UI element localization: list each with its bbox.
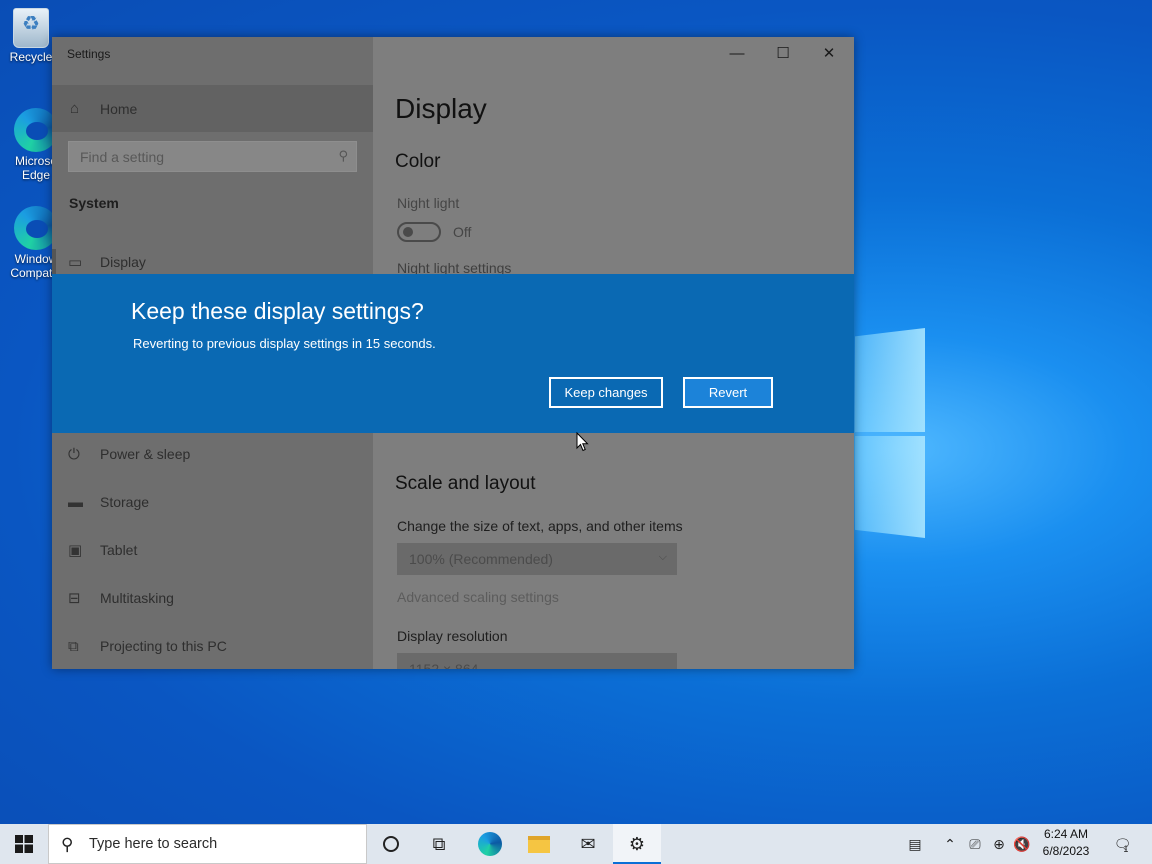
news-icon: ▤ bbox=[908, 835, 922, 852]
taskbar: ⚲ Type here to search ⧉ ✉ ⚙ ▤ ⌃ ⎚ ⊕ 🔇 6:… bbox=[0, 824, 1152, 864]
network-icon: ⊕ bbox=[993, 835, 1005, 852]
power-icon: ⏻ bbox=[68, 445, 80, 463]
sidebar-item-storage[interactable]: ▬ Storage bbox=[52, 482, 373, 522]
settings-gear-icon: ⚙ bbox=[628, 833, 646, 854]
sidebar-item-label: Display bbox=[100, 254, 146, 270]
sidebar-item-label: Power & sleep bbox=[100, 446, 191, 462]
volume-muted-icon: 🔇 bbox=[1013, 835, 1031, 852]
sidebar-item-multitasking[interactable]: ⊟ Multitasking bbox=[52, 578, 373, 618]
revert-button[interactable]: Revert bbox=[683, 377, 773, 408]
settings-taskbar-button[interactable]: ⚙ bbox=[613, 824, 661, 864]
dialog-message: Reverting to previous display settings i… bbox=[133, 336, 436, 351]
taskbar-search-placeholder: Type here to search bbox=[89, 836, 218, 852]
advanced-scaling-link[interactable]: Advanced scaling settings bbox=[397, 589, 559, 605]
scale-label: Change the size of text, apps, and other… bbox=[397, 518, 683, 534]
clock-time: 6:24 AM bbox=[1043, 827, 1089, 841]
recycle-bin-icon bbox=[13, 8, 49, 48]
scale-value: 100% (Recommended) bbox=[409, 551, 553, 567]
dialog-title: Keep these display settings? bbox=[131, 298, 424, 324]
home-icon: ⌂ bbox=[70, 100, 80, 117]
file-explorer-icon bbox=[528, 835, 550, 853]
find-setting-placeholder: Find a setting bbox=[80, 148, 165, 165]
sidebar-item-label: Multitasking bbox=[100, 590, 174, 606]
windows-logo-wallpaper bbox=[855, 322, 927, 540]
sidebar-item-projecting[interactable]: ⧉ Projecting to this PC bbox=[52, 626, 373, 666]
meet-now-icon: ⎚ bbox=[969, 835, 981, 852]
color-heading: Color bbox=[395, 151, 441, 172]
sidebar-item-label: Projecting to this PC bbox=[100, 638, 227, 654]
taskbar-search-box[interactable]: ⚲ Type here to search bbox=[48, 824, 367, 864]
meet-now-button[interactable]: ⎚ bbox=[964, 824, 986, 864]
page-title: Display bbox=[395, 93, 487, 124]
keep-changes-button[interactable]: Keep changes bbox=[549, 377, 663, 408]
start-button[interactable] bbox=[0, 824, 48, 864]
resolution-dropdown[interactable]: 1152 × 864 bbox=[397, 653, 677, 669]
resolution-value: 1152 × 864 bbox=[409, 661, 479, 669]
minimize-button[interactable]: — bbox=[714, 37, 760, 69]
find-setting-input[interactable]: Find a setting ⚲ bbox=[68, 141, 357, 172]
storage-icon: ▬ bbox=[68, 493, 83, 511]
file-explorer-button[interactable] bbox=[515, 824, 563, 864]
notification-count: 1 bbox=[1123, 844, 1129, 854]
sidebar-item-power-sleep[interactable]: ⏻ Power & sleep bbox=[52, 434, 373, 474]
scale-dropdown[interactable]: 100% (Recommended) ⌵ bbox=[397, 543, 677, 575]
windows-start-icon bbox=[15, 835, 33, 853]
projecting-icon: ⧉ bbox=[68, 637, 79, 655]
resolution-label: Display resolution bbox=[397, 628, 508, 644]
sidebar-item-label: Storage bbox=[100, 494, 150, 510]
window-title: Settings bbox=[67, 47, 111, 61]
action-center-button[interactable]: 🗨 1 bbox=[1108, 824, 1134, 864]
cortana-button[interactable] bbox=[367, 824, 415, 864]
clock[interactable]: 6:24 AM 6/8/2023 bbox=[1030, 826, 1102, 860]
mail-icon: ✉ bbox=[580, 833, 596, 854]
sidebar-home[interactable]: ⌂ Home bbox=[52, 85, 373, 132]
scale-heading: Scale and layout bbox=[395, 473, 536, 494]
clock-date: 6/8/2023 bbox=[1042, 844, 1090, 858]
night-light-label: Night light bbox=[397, 195, 460, 211]
multitasking-icon: ⊟ bbox=[68, 590, 81, 607]
task-view-button[interactable]: ⧉ bbox=[415, 824, 463, 864]
maximize-button[interactable]: ☐ bbox=[760, 37, 806, 69]
keep-settings-dialog: Keep these display settings? Reverting t… bbox=[52, 274, 854, 433]
sidebar-item-tablet[interactable]: ▣ Tablet bbox=[52, 530, 373, 570]
monitor-icon: ▭ bbox=[68, 254, 83, 271]
night-light-state: Off bbox=[453, 224, 472, 240]
close-button[interactable]: ✕ bbox=[806, 37, 852, 69]
edge-icon bbox=[478, 832, 502, 856]
chevron-down-icon: ⌵ bbox=[658, 551, 667, 563]
home-label: Home bbox=[100, 100, 138, 117]
search-icon: ⚲ bbox=[61, 835, 74, 854]
night-light-toggle[interactable] bbox=[397, 222, 441, 242]
search-icon: ⚲ bbox=[338, 148, 348, 163]
tablet-icon: ▣ bbox=[68, 542, 83, 559]
mail-button[interactable]: ✉ bbox=[564, 824, 612, 864]
task-view-icon: ⧉ bbox=[432, 833, 446, 854]
news-button[interactable]: ▤ bbox=[900, 824, 930, 864]
network-button[interactable]: ⊕ bbox=[988, 824, 1010, 864]
cortana-icon bbox=[383, 836, 399, 852]
chevron-up-icon: ⌃ bbox=[944, 835, 956, 852]
section-label-system: System bbox=[69, 195, 119, 211]
show-hidden-icons-button[interactable]: ⌃ bbox=[940, 824, 960, 864]
sidebar-item-label: Tablet bbox=[100, 542, 138, 558]
edge-taskbar-button[interactable] bbox=[466, 824, 514, 864]
